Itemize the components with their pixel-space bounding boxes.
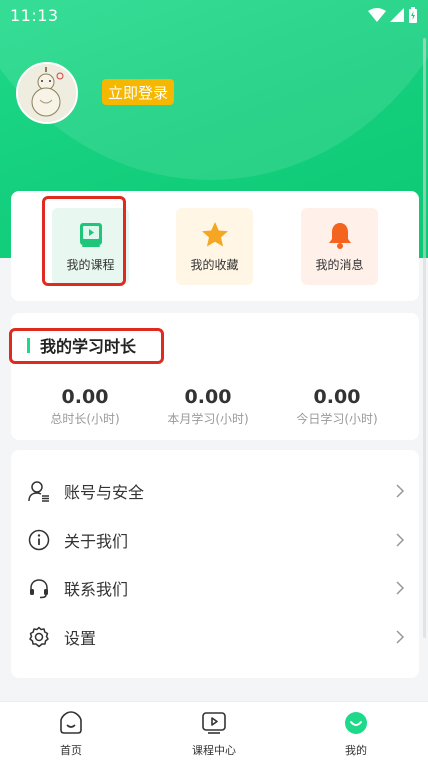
course-book-icon <box>79 223 102 247</box>
home-icon <box>60 711 82 734</box>
settings-menu-card: 账号与安全 关于我们 联系我们 设置 <box>11 450 419 678</box>
chevron-right-icon <box>396 630 405 644</box>
study-title: 我的学习时长 <box>27 333 136 357</box>
menu-item-about-us[interactable]: 关于我们 <box>11 516 419 564</box>
stat-total-value: 0.00 <box>61 386 109 408</box>
stat-month-label: 本月学习(小时) <box>167 412 249 426</box>
login-button[interactable]: 立即登录 <box>102 79 175 105</box>
my-messages-label: 我的消息 <box>315 258 364 272</box>
tab-mine-label: 我的 <box>345 744 367 757</box>
wifi-icon <box>368 8 386 22</box>
stat-today-label: 今日学习(小时) <box>296 412 378 426</box>
user-account-icon <box>27 479 51 503</box>
smile-icon <box>345 712 367 734</box>
my-courses-button[interactable]: 我的课程 <box>52 208 129 285</box>
quick-actions-card: 我的课程 我的收藏 我的消息 <box>11 191 419 301</box>
menu-label-settings: 设置 <box>64 629 97 648</box>
signal-icon <box>390 8 404 22</box>
gourd-avatar-icon <box>18 64 76 122</box>
status-bar: 11:13 <box>0 0 428 30</box>
headset-icon <box>27 576 51 600</box>
menu-label-contact-us: 联系我们 <box>64 580 129 599</box>
my-favorites-button[interactable]: 我的收藏 <box>176 208 253 285</box>
menu-item-contact-us[interactable]: 联系我们 <box>11 564 419 612</box>
tab-home[interactable]: 首页 <box>26 710 116 758</box>
study-title-text: 我的学习时长 <box>40 337 137 356</box>
chevron-right-icon <box>396 581 405 595</box>
gear-icon <box>27 625 51 649</box>
avatar[interactable] <box>16 62 78 124</box>
tab-course-center-label: 课程中心 <box>192 744 236 757</box>
bell-icon <box>328 223 351 249</box>
battery-icon <box>409 7 417 23</box>
my-courses-label: 我的课程 <box>66 258 115 272</box>
menu-label-about-us: 关于我们 <box>64 532 129 551</box>
scrollbar[interactable] <box>423 38 426 638</box>
bottom-tab-bar: 首页 课程中心 我的 <box>0 701 428 761</box>
title-accent-bar <box>27 337 30 353</box>
stat-total: 0.00 总时长(小时) <box>25 386 145 427</box>
tab-home-label: 首页 <box>60 744 82 757</box>
my-favorites-label: 我的收藏 <box>190 258 239 272</box>
menu-item-settings[interactable]: 设置 <box>11 613 419 661</box>
stat-month-value: 0.00 <box>184 386 232 408</box>
star-icon <box>201 222 228 247</box>
status-icons <box>368 7 418 23</box>
study-time-card: 我的学习时长 0.00 总时长(小时) 0.00 本月学习(小时) 0.00 今… <box>11 313 419 440</box>
stat-today: 0.00 今日学习(小时) <box>277 386 397 427</box>
tab-course-center[interactable]: 课程中心 <box>169 710 259 758</box>
stat-month: 0.00 本月学习(小时) <box>148 386 268 427</box>
chevron-right-icon <box>396 533 405 547</box>
tab-mine[interactable]: 我的 <box>311 710 401 758</box>
menu-label-account-security: 账号与安全 <box>64 483 145 502</box>
stat-today-value: 0.00 <box>313 386 361 408</box>
info-icon <box>27 528 51 552</box>
play-icon <box>202 712 226 734</box>
status-time: 11:13 <box>10 5 59 25</box>
menu-item-account-security[interactable]: 账号与安全 <box>11 467 419 515</box>
chevron-right-icon <box>396 484 405 498</box>
stat-total-label: 总时长(小时) <box>50 412 120 426</box>
my-messages-button[interactable]: 我的消息 <box>301 208 378 285</box>
